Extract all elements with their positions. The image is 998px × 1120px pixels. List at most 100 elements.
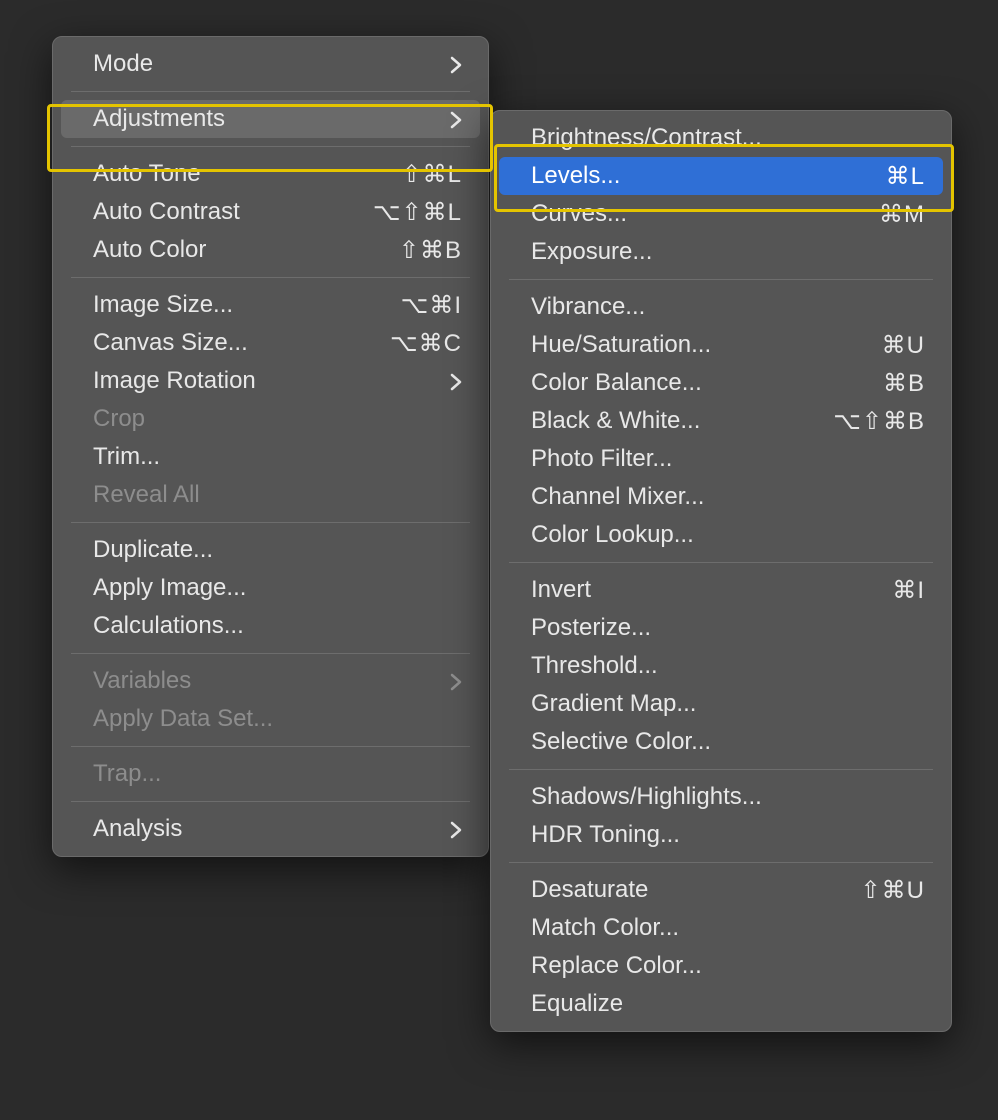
sub-item-label: Vibrance... <box>531 293 925 321</box>
main-item-9[interactable]: Trim... <box>53 438 488 476</box>
main-item-17[interactable]: Analysis <box>53 810 488 848</box>
sub-item-label: Invert <box>531 576 868 604</box>
sub-item-label: Curves... <box>531 200 855 228</box>
sub-item-8[interactable]: Photo Filter... <box>491 440 951 478</box>
main-item-label: Duplicate... <box>93 536 462 564</box>
main-item-4[interactable]: Auto Color⇧⌘B <box>53 231 488 269</box>
menu-separator <box>71 801 470 802</box>
menu-separator <box>509 769 933 770</box>
image-menu: Mode Adjustments Auto Tone ⇧⌘L Auto Contrast… <box>52 36 489 857</box>
main-item-label: Auto Color <box>93 236 375 264</box>
main-item-label: Crop <box>93 405 462 433</box>
chevron-right-icon <box>450 105 462 133</box>
sub-item-12[interactable]: Posterize... <box>491 609 951 647</box>
menu-separator <box>71 522 470 523</box>
main-item-label: Trim... <box>93 443 462 471</box>
sub-item-label: Channel Mixer... <box>531 483 925 511</box>
main-item-label: Trap... <box>93 760 462 788</box>
main-item-8: Crop <box>53 400 488 438</box>
sub-item-label: Brightness/Contrast... <box>531 124 925 152</box>
sub-item-label: Match Color... <box>531 914 925 942</box>
sub-item-label: Gradient Map... <box>531 690 925 718</box>
chevron-right-icon <box>450 667 462 695</box>
chevron-right-icon <box>450 50 462 78</box>
sub-item-3[interactable]: Exposure... <box>491 233 951 271</box>
sub-item-label: Color Lookup... <box>531 521 925 549</box>
adjustments-submenu: Brightness/Contrast...Levels...⌘LCurves.… <box>490 110 952 1032</box>
main-item-13[interactable]: Calculations... <box>53 607 488 645</box>
sub-item-5[interactable]: Hue/Saturation... ⌘U <box>491 326 951 364</box>
sub-item-label: Desaturate <box>531 876 837 904</box>
chevron-right-icon <box>450 367 462 395</box>
sub-item-16[interactable]: Shadows/Highlights... <box>491 778 951 816</box>
sub-item-label: HDR Toning... <box>531 821 925 849</box>
sub-item-17[interactable]: HDR Toning... <box>491 816 951 854</box>
main-item-10: Reveal All <box>53 476 488 514</box>
main-item-label: Auto Contrast <box>93 198 349 226</box>
sub-item-14[interactable]: Gradient Map... <box>491 685 951 723</box>
menu-separator <box>71 277 470 278</box>
main-item-label: Analysis <box>93 815 426 843</box>
main-item-label: Variables <box>93 667 426 695</box>
main-item-6[interactable]: Canvas Size... ⌥⌘C <box>53 324 488 362</box>
main-item-15: Apply Data Set... <box>53 700 488 738</box>
main-item-label: Image Size... <box>93 291 377 319</box>
sub-item-20[interactable]: Replace Color... <box>491 947 951 985</box>
menu-separator <box>71 746 470 747</box>
main-item-label: Apply Image... <box>93 574 462 602</box>
sub-item-shortcut: ⌘L <box>886 162 925 191</box>
sub-item-0[interactable]: Brightness/Contrast... <box>491 119 951 157</box>
main-item-label: Mode <box>93 50 426 78</box>
main-item-2[interactable]: Auto Tone ⇧⌘L <box>53 155 488 193</box>
sub-item-15[interactable]: Selective Color... <box>491 723 951 761</box>
menu-separator <box>509 562 933 563</box>
sub-item-shortcut: ⌘M <box>879 200 925 229</box>
sub-item-7[interactable]: Black & White...⌥⇧⌘B <box>491 402 951 440</box>
sub-item-label: Threshold... <box>531 652 925 680</box>
sub-item-label: Equalize <box>531 990 925 1018</box>
main-item-label: Canvas Size... <box>93 329 366 357</box>
main-item-0[interactable]: Mode <box>53 45 488 83</box>
main-item-shortcut: ⌥⌘C <box>390 329 462 358</box>
main-item-14: Variables <box>53 662 488 700</box>
main-item-label: Image Rotation <box>93 367 426 395</box>
sub-item-21[interactable]: Equalize <box>491 985 951 1023</box>
menu-separator <box>509 279 933 280</box>
main-item-7[interactable]: Image Rotation <box>53 362 488 400</box>
sub-item-shortcut: ⌘B <box>883 369 925 398</box>
main-item-label: Auto Tone <box>93 160 378 188</box>
sub-item-shortcut: ⌘U <box>882 331 925 360</box>
sub-item-label: Replace Color... <box>531 952 925 980</box>
sub-item-1[interactable]: Levels...⌘L <box>499 157 943 195</box>
main-item-5[interactable]: Image Size... ⌥⌘I <box>53 286 488 324</box>
main-item-label: Adjustments <box>93 105 426 133</box>
main-item-shortcut: ⇧⌘L <box>402 160 462 189</box>
sub-item-9[interactable]: Channel Mixer... <box>491 478 951 516</box>
menu-separator <box>509 862 933 863</box>
sub-item-18[interactable]: Desaturate ⇧⌘U <box>491 871 951 909</box>
menu-separator <box>71 146 470 147</box>
sub-item-10[interactable]: Color Lookup... <box>491 516 951 554</box>
sub-item-6[interactable]: Color Balance... ⌘B <box>491 364 951 402</box>
main-item-16: Trap... <box>53 755 488 793</box>
sub-item-4[interactable]: Vibrance... <box>491 288 951 326</box>
sub-item-label: Photo Filter... <box>531 445 925 473</box>
main-item-3[interactable]: Auto Contrast ⌥⇧⌘L <box>53 193 488 231</box>
main-item-label: Reveal All <box>93 481 462 509</box>
menu-separator <box>71 91 470 92</box>
main-item-label: Apply Data Set... <box>93 705 462 733</box>
sub-item-shortcut: ⇧⌘U <box>861 876 925 905</box>
main-item-12[interactable]: Apply Image... <box>53 569 488 607</box>
sub-item-label: Color Balance... <box>531 369 859 397</box>
main-item-11[interactable]: Duplicate... <box>53 531 488 569</box>
main-item-shortcut: ⌥⇧⌘L <box>373 198 462 227</box>
main-item-shortcut: ⌥⌘I <box>401 291 462 320</box>
sub-item-label: Hue/Saturation... <box>531 331 858 359</box>
sub-item-13[interactable]: Threshold... <box>491 647 951 685</box>
sub-item-11[interactable]: Invert⌘I <box>491 571 951 609</box>
main-item-1[interactable]: Adjustments <box>61 100 480 138</box>
sub-item-2[interactable]: Curves... ⌘M <box>491 195 951 233</box>
sub-item-label: Black & White... <box>531 407 809 435</box>
sub-item-19[interactable]: Match Color... <box>491 909 951 947</box>
main-item-label: Calculations... <box>93 612 462 640</box>
